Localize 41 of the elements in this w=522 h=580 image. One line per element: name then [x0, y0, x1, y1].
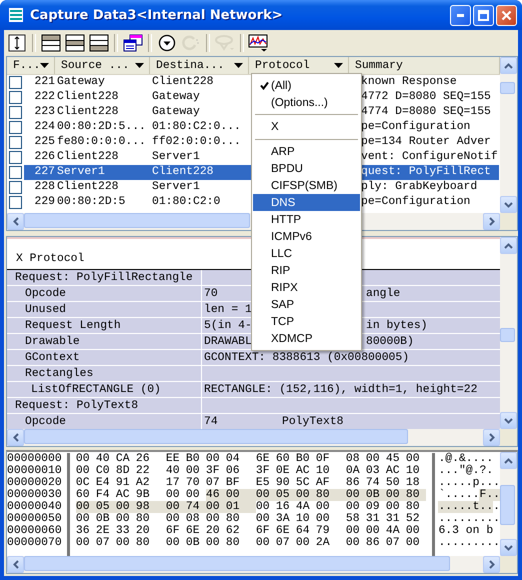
window-title: Capture Data3<Internal Network>	[30, 8, 284, 22]
offset-label: 00000060	[7, 525, 62, 537]
field-value: 5(in 4-	[204, 320, 252, 332]
offset-label: 00000070	[7, 537, 62, 549]
ascii-text: `.....	[438, 489, 480, 501]
field-value: in bytes)	[366, 320, 428, 332]
ascii-text: .....t..	[438, 501, 494, 513]
hex-bytes: 46 00 00 05 00 80 00 0B 00 80	[206, 489, 426, 501]
hex-bytes: 00 0B 00 80 00 08 00 80 00 3A 10 00 58 31 31 52	[76, 513, 421, 525]
ascii-text: .....p...	[438, 477, 500, 489]
hex-bytes: 00 40 CA 26 EE B0 00 04 6E 60 B0 0F 08 00 45 00	[76, 453, 421, 465]
ascii-text: .........	[438, 513, 500, 525]
panel-title: X Protocol	[16, 253, 84, 265]
field-value: 80000B)	[366, 336, 414, 348]
ascii-text: ..."@.?.	[438, 465, 494, 477]
hex-bytes: 00 16 4A 00 00 09 00 80	[256, 501, 421, 513]
field-value: len = 1	[204, 304, 252, 316]
hex-bytes: 00 C0 8D 22 40 00 3F 06 3F 0E AC 10 0A 03 AC 10	[76, 465, 421, 477]
hex-bytes: 36 2E 33 20 6F 6E 20 62 6F 6E 64 79 00 00 4A 00	[76, 525, 421, 537]
ascii-text: .@.&....	[438, 453, 494, 465]
hex-bytes: 0C E4 91 A2 17 70 07 BF E5 90 5C AF 86 74 50 18	[76, 477, 421, 489]
field-value: 70	[204, 288, 218, 300]
hex-bytes: 00 07 00 80 00 0B 00 80 00 07 00 2A 00 86 07 00	[76, 537, 421, 549]
offset-label: 00000000	[7, 453, 62, 465]
field-value: PolyText8	[282, 416, 344, 428]
field-value: DRAWABL	[204, 336, 252, 348]
ascii-text: .........	[438, 537, 500, 549]
offset-label: 00000040	[7, 501, 62, 513]
offset-label: 00000010	[7, 465, 62, 477]
field-value: GCONTEXT: 8388613 (0x00800005)	[204, 352, 410, 364]
hex-bytes: 60 F4 AC 9B 00 00	[76, 489, 201, 501]
field-value: 74	[204, 416, 218, 428]
field-value: RECTANGLE: (152,116), width=1, height=22	[204, 384, 478, 396]
ascii-text: 6.3 on b	[438, 525, 494, 537]
ascii-text: .	[493, 501, 500, 513]
offset-label: 00000020	[7, 477, 62, 489]
offset-label: 00000030	[7, 489, 62, 501]
ascii-text: F..	[479, 489, 500, 501]
offset-label: 00000050	[7, 513, 62, 525]
field-value: angle	[366, 288, 400, 300]
hex-bytes: 00 05 00 98 00 74 00 01	[76, 501, 256, 513]
